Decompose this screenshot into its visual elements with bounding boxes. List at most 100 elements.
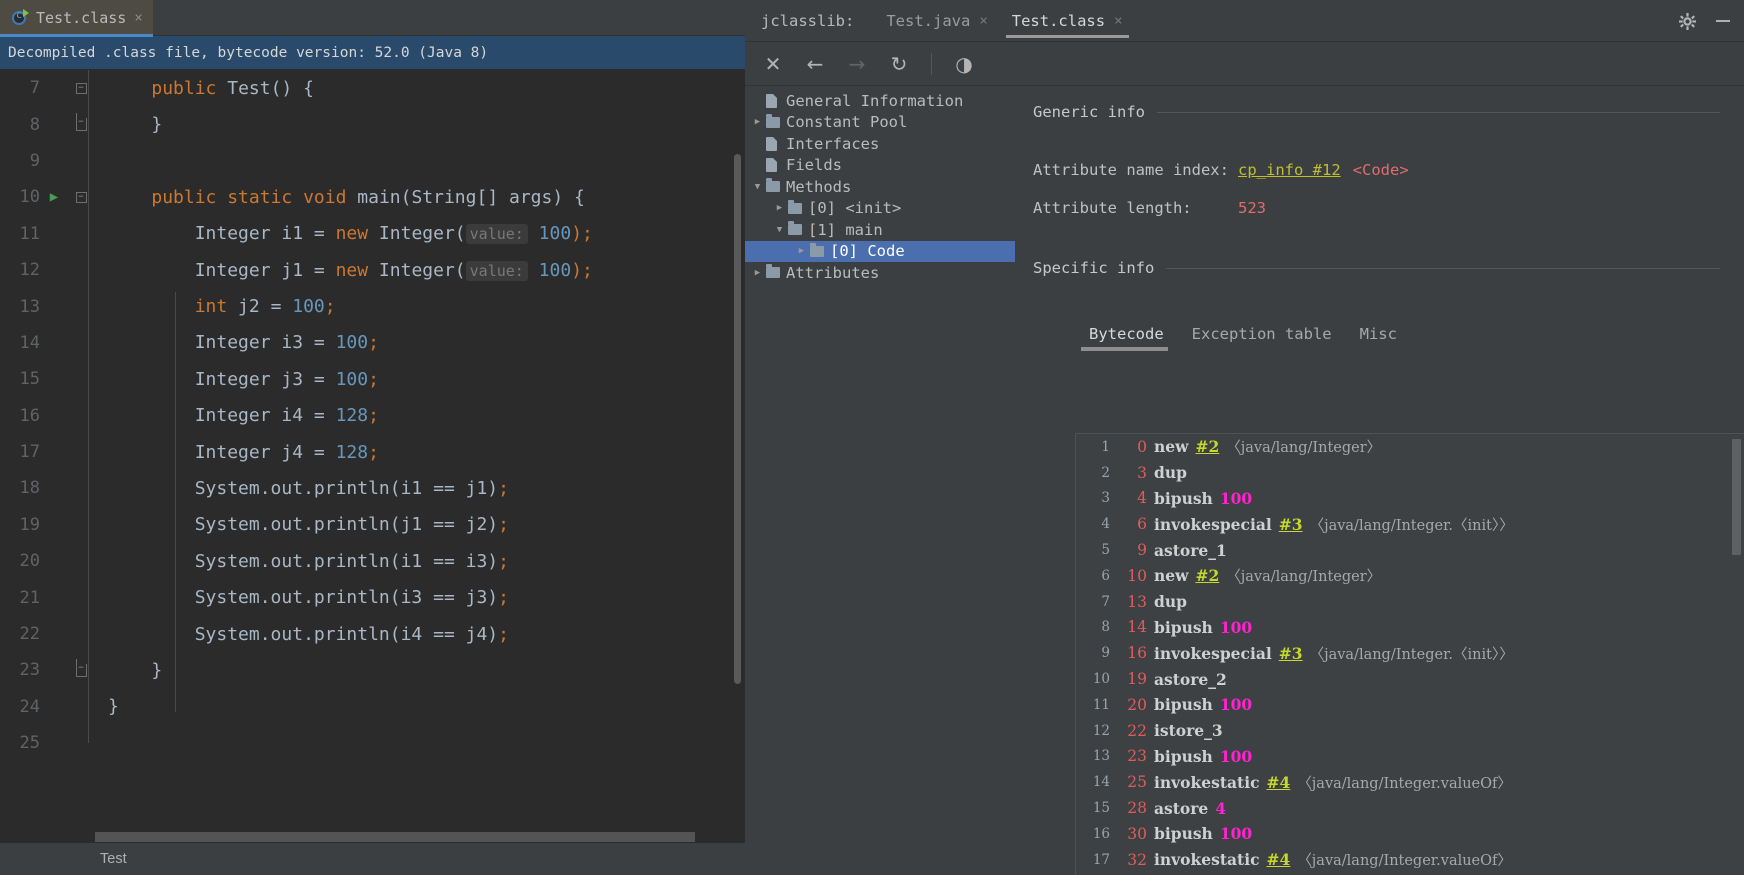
tree-node[interactable]: ▶ Attributes xyxy=(745,262,1015,284)
tree-node[interactable]: ▶ Constant Pool xyxy=(745,112,1015,134)
tree-node[interactable]: Fields xyxy=(745,155,1015,177)
back-icon[interactable]: ← xyxy=(803,52,827,76)
browse-icon[interactable]: ◑ xyxy=(952,52,976,76)
gear-icon[interactable] xyxy=(1679,12,1696,30)
code-token: ); xyxy=(571,259,593,281)
code-token: Integer j3 = xyxy=(108,368,336,390)
reload-icon[interactable]: ↻ xyxy=(887,52,911,76)
fold-toggle-icon[interactable]: − xyxy=(68,191,94,203)
chevron-down-icon[interactable]: ▼ xyxy=(749,182,766,192)
bytecode-row[interactable]: 17 32 invokestatic #4 〈java/lang/Integer.val… xyxy=(1076,847,1744,873)
run-gutter-icon[interactable]: ▶ xyxy=(40,189,68,205)
code-line: 22 System.out.println(i4 == j4); xyxy=(0,616,745,652)
bytecode-tab-misc[interactable]: Misc xyxy=(1346,319,1411,349)
bytecode-vertical-scrollbar[interactable] xyxy=(1732,439,1741,555)
bytecode-row[interactable]: 3 4 bipush 100 xyxy=(1076,486,1744,512)
code-token: ; xyxy=(498,587,509,609)
tree-node[interactable]: ▼ [1] main xyxy=(745,219,1015,241)
class-structure-tree[interactable]: General Information ▶ Constant Pool Interfa… xyxy=(745,87,1015,875)
line-number: 14 xyxy=(19,332,40,353)
constant-pool-ref-link[interactable]: #2 xyxy=(1195,437,1219,456)
chevron-right-icon[interactable]: ▶ xyxy=(749,117,766,127)
line-number: 22 xyxy=(19,624,40,645)
constant-pool-ref-link[interactable]: #2 xyxy=(1195,566,1219,585)
editor-vertical-scrollbar[interactable] xyxy=(734,154,741,684)
bytecode-index: 9 xyxy=(1101,645,1110,662)
fold-collapse-box[interactable]: − xyxy=(75,191,87,203)
bytecode-tab-bytecode[interactable]: Bytecode xyxy=(1075,319,1178,351)
bytecode-offset: 0 xyxy=(1137,437,1147,456)
constant-pool-link[interactable]: cp_info #12 xyxy=(1238,161,1341,179)
bytecode-row[interactable]: 14 25 invokestatic #4 〈java/lang/Integer.val… xyxy=(1076,769,1744,795)
tree-node[interactable]: General Information xyxy=(745,90,1015,112)
minimize-icon[interactable] xyxy=(1716,20,1730,22)
code-token: Integer j1 = xyxy=(108,259,336,281)
fold-toggle-icon[interactable]: − xyxy=(68,82,94,94)
code-line: 9 xyxy=(0,143,745,179)
tree-node[interactable]: Interfaces xyxy=(745,133,1015,155)
code-view[interactable]: 7− public Test() {8− } 9 10 ▶ − public stati… xyxy=(0,70,745,875)
jclasslib-tab-test-class[interactable]: Test.class × xyxy=(1000,0,1135,42)
chevron-down-icon[interactable]: ▼ xyxy=(771,225,788,235)
chevron-right-icon[interactable]: ▶ xyxy=(749,268,766,278)
jclasslib-pane: jclasslib: Test.java × Test.class × ✕ ← … xyxy=(745,0,1744,875)
bytecode-row[interactable]: 4 6 invokespecial #3 〈java/lang/Integer.〈ini… xyxy=(1076,511,1744,537)
bytecode-listing[interactable]: 1 0 new #2 〈java/lang/Integer〉 2 3 dup 3 4 bipush 1… xyxy=(1075,433,1744,875)
code-line: 21 System.out.println(i3 == j3); xyxy=(0,579,745,615)
close-icon[interactable]: × xyxy=(1114,13,1122,29)
constant-pool-ref-link[interactable]: #4 xyxy=(1267,850,1291,869)
bytecode-tab-exception-table[interactable]: Exception table xyxy=(1178,319,1346,349)
generic-info-label: Generic info xyxy=(1033,103,1145,121)
bytecode-row[interactable]: 8 14 bipush 100 xyxy=(1076,615,1744,641)
bytecode-row[interactable]: 11 20 bipush 100 xyxy=(1076,692,1744,718)
chevron-right-icon[interactable]: ▶ xyxy=(793,246,810,256)
code-line-text: Integer j4 = 128; xyxy=(94,442,379,463)
bytecode-opcode: new xyxy=(1154,566,1189,586)
editor-horizontal-scrollbar[interactable] xyxy=(95,832,695,842)
fold-collapse-box[interactable]: − xyxy=(75,82,87,94)
bytecode-row[interactable]: 7 13 dup xyxy=(1076,589,1744,615)
code-token: new xyxy=(335,259,369,281)
constant-pool-ref-link[interactable]: #3 xyxy=(1279,644,1303,663)
code-line-text: System.out.println(i1 == i3); xyxy=(94,551,509,572)
fold-toggle-icon[interactable]: − xyxy=(68,113,94,132)
bytecode-descriptor: 〈java/lang/Integer.〈init〉〉 xyxy=(1309,517,1514,534)
jclasslib-body: General Information ▶ Constant Pool Interfa… xyxy=(745,87,1744,875)
bytecode-row[interactable]: 1 0 new #2 〈java/lang/Integer〉 xyxy=(1076,434,1744,460)
bytecode-row[interactable]: 9 16 invokespecial #3 〈java/lang/Integer.〈in… xyxy=(1076,640,1744,666)
bytecode-literal: 100 xyxy=(1219,824,1253,844)
bytecode-row[interactable]: 13 23 bipush 100 xyxy=(1076,744,1744,770)
bytecode-row[interactable]: 12 22 istore_3 xyxy=(1076,718,1744,744)
code-token: Integer i1 = xyxy=(108,223,336,245)
code-token: System.out.println(j1 == j2) xyxy=(108,514,499,536)
code-token: 100 xyxy=(335,332,369,354)
bytecode-opcode: bipush xyxy=(1154,617,1213,637)
code-token: ; xyxy=(368,441,379,463)
fold-toggle-icon[interactable]: − xyxy=(68,658,94,677)
bytecode-row[interactable]: 6 10 new #2 〈java/lang/Integer〉 xyxy=(1076,563,1744,589)
bytecode-row[interactable]: 15 28 astore 4 xyxy=(1076,795,1744,821)
constant-pool-ref-link[interactable]: #3 xyxy=(1279,515,1303,534)
tree-node[interactable]: ▼ Methods xyxy=(745,176,1015,198)
tree-node[interactable]: ▶ [0] <init> xyxy=(745,198,1015,220)
bytecode-index: 16 xyxy=(1092,825,1110,842)
fold-end-box[interactable]: − xyxy=(75,658,87,677)
bytecode-literal: 100 xyxy=(1219,746,1253,766)
fold-end-box[interactable]: − xyxy=(75,113,87,132)
constant-pool-ref-link[interactable]: #4 xyxy=(1267,773,1291,792)
tree-node[interactable]: ▶ [0] Code xyxy=(745,240,1015,262)
bytecode-row[interactable]: 16 30 bipush 100 xyxy=(1076,821,1744,847)
chevron-right-icon[interactable]: ▶ xyxy=(771,203,788,213)
bytecode-row[interactable]: 5 9 astore_1 xyxy=(1076,537,1744,563)
close-icon[interactable]: ✕ xyxy=(761,52,785,76)
bytecode-row[interactable]: 10 19 astore_2 xyxy=(1076,666,1744,692)
editor-tab-test-class[interactable]: Test.class × xyxy=(0,0,153,37)
close-icon[interactable]: × xyxy=(979,13,987,29)
jclasslib-tab-test-java[interactable]: Test.java × xyxy=(874,0,999,42)
breadcrumb[interactable]: Test xyxy=(0,843,745,875)
bytecode-row[interactable]: 2 3 dup xyxy=(1076,460,1744,486)
close-icon[interactable]: × xyxy=(134,11,142,25)
code-token: ; xyxy=(324,296,336,318)
code-line: 23 − } xyxy=(0,652,745,688)
code-line: 13 int j2 = 100; xyxy=(0,288,745,324)
